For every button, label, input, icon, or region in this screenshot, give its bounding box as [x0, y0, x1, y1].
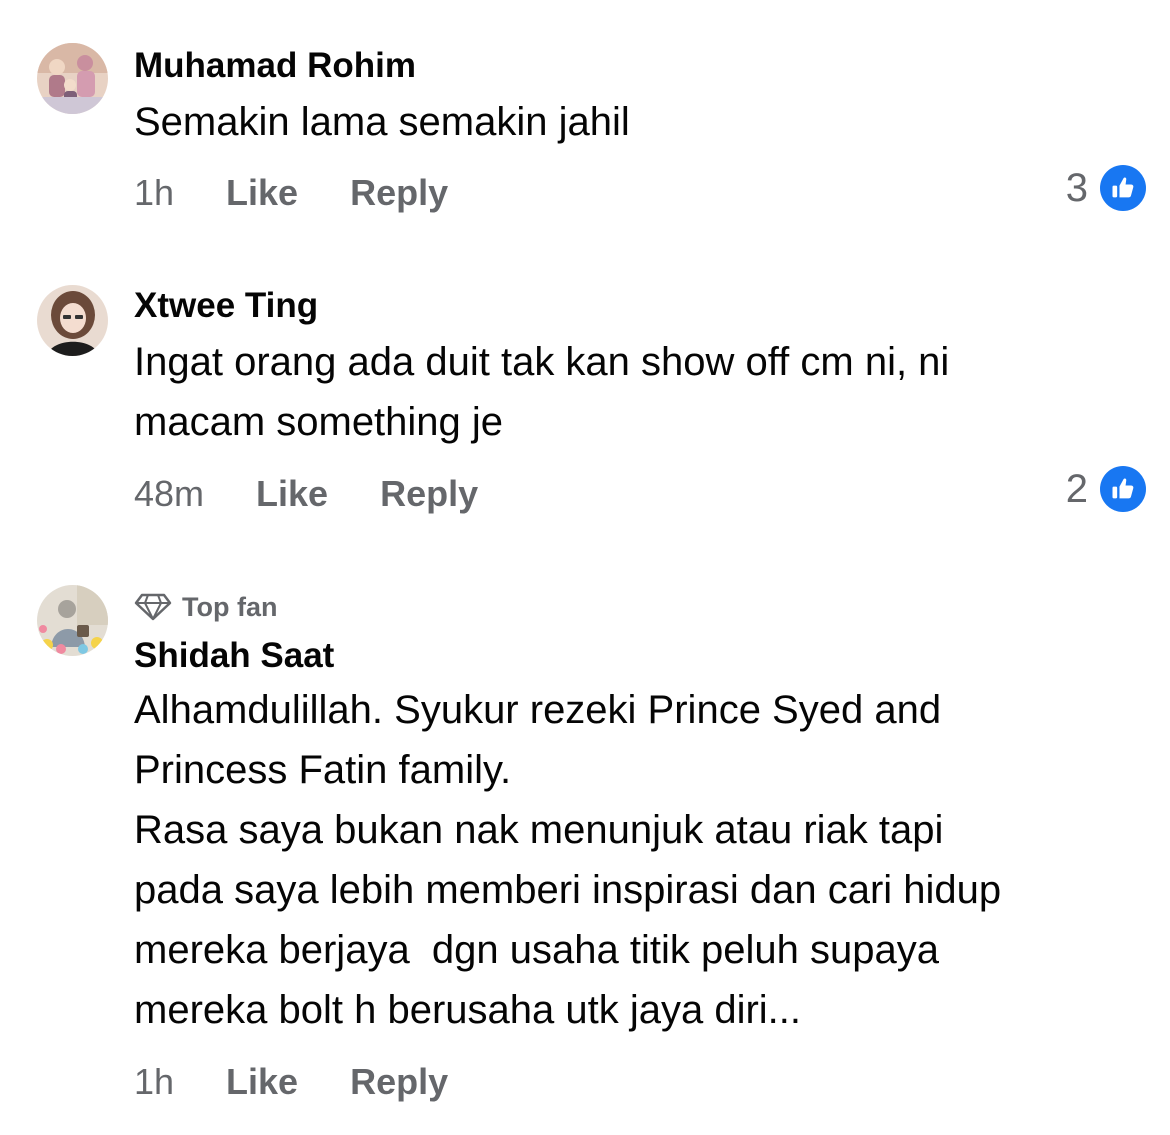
woman-photo-avatar — [37, 285, 108, 356]
comment-actions: 1h Like Reply — [134, 171, 448, 215]
comment-text: Alhamdulillah. Syukur rezeki Prince Syed… — [134, 688, 1002, 1032]
like-button[interactable]: Like — [226, 1061, 298, 1103]
comment-timestamp[interactable]: 48m — [134, 473, 204, 515]
reaction-count: 3 — [1065, 165, 1088, 210]
comment-author[interactable]: Xtwee Ting — [134, 286, 318, 326]
avatar[interactable] — [37, 285, 108, 356]
reply-button[interactable]: Reply — [350, 172, 448, 214]
thumbs-up-icon — [1100, 466, 1146, 512]
comment-author[interactable]: Muhamad Rohim — [134, 46, 416, 86]
reaction-count: 2 — [1065, 466, 1088, 511]
like-button[interactable]: Like — [256, 473, 328, 515]
badge-label: Top fan — [182, 591, 278, 622]
avatar[interactable] — [37, 585, 108, 656]
comment-text: Semakin lama semakin jahil — [134, 100, 630, 144]
like-button[interactable]: Like — [226, 172, 298, 214]
comment-timestamp[interactable]: 1h — [134, 1061, 174, 1103]
comment-text: Ingat orang ada duit tak kan show off cm… — [134, 340, 950, 444]
comment-actions: 1h Like Reply — [134, 1060, 448, 1104]
family-photo-avatar — [37, 43, 108, 114]
woman-floral-avatar — [37, 585, 108, 656]
comment-actions: 48m Like Reply — [134, 472, 478, 516]
reaction-summary[interactable]: 3 — [1066, 164, 1146, 212]
thumbs-up-icon — [1100, 165, 1146, 211]
reply-button[interactable]: Reply — [350, 1061, 448, 1103]
diamond-icon — [134, 593, 172, 621]
avatar[interactable] — [37, 43, 108, 114]
top-fan-badge: Top fan — [134, 592, 277, 622]
comment-timestamp[interactable]: 1h — [134, 172, 174, 214]
comment-author[interactable]: Shidah Saat — [134, 636, 334, 676]
reply-button[interactable]: Reply — [380, 473, 478, 515]
reaction-summary[interactable]: 2 — [1066, 465, 1146, 513]
